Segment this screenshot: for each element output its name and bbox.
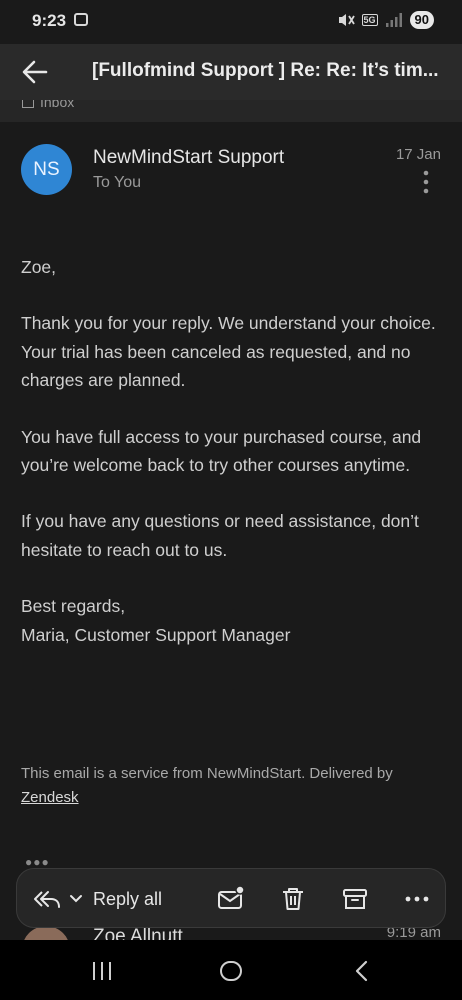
app-bar: [Fullofmind Support ] Re: Re: It’s tim..… [0, 44, 462, 100]
more-horizontal-icon[interactable] [403, 885, 431, 913]
sender-avatar[interactable]: NS [21, 144, 72, 195]
body-paragraph: Thank you for your reply. We understand … [21, 313, 436, 334]
message-body: Zoe, Thank you for your reply. We unders… [21, 253, 441, 649]
kebab-menu-icon[interactable] [417, 170, 435, 194]
status-time: 9:23 [32, 11, 67, 30]
body-paragraph: You have full access to your purchased c… [21, 426, 422, 476]
zendesk-link[interactable]: Zendesk [21, 789, 79, 806]
next-sender-avatar [22, 926, 70, 940]
message-header: NS NewMindStart Support To You 17 Jan [0, 122, 462, 212]
reply-all-button[interactable]: Reply all [33, 883, 162, 915]
email-subject: [Fullofmind Support ] Re: Re: It’s tim..… [92, 60, 439, 81]
status-bar: 9:23 5G 90 [0, 0, 462, 44]
body-paragraph: If you have any questions or need assist… [21, 511, 419, 560]
reply-all-icon [34, 891, 60, 908]
trash-icon[interactable] [279, 885, 307, 913]
signature: Maria, Customer Support Manager [21, 624, 291, 645]
reply-all-label: Reply all [93, 888, 163, 909]
message-date: 17 Jan [395, 146, 441, 163]
folder-strip: Inbox [0, 100, 462, 122]
inbox-icon [22, 100, 34, 108]
chevron-down-icon[interactable] [69, 892, 83, 906]
mark-unread-icon[interactable] [217, 885, 245, 913]
body-paragraph: Your trial has been canceled as requeste… [21, 341, 411, 391]
folder-label: Inbox [40, 100, 75, 110]
recipient-line[interactable]: To You [93, 174, 141, 192]
mute-icon [338, 14, 355, 26]
sender-name[interactable]: NewMindStart Support [93, 147, 284, 169]
back-nav-icon[interactable] [352, 960, 372, 982]
system-nav-bar [0, 940, 462, 1000]
message-action-bar: Reply all [16, 868, 446, 928]
footer-text: This email is a service from NewMindStar… [21, 765, 393, 782]
battery-indicator: 90 [409, 11, 434, 29]
recent-apps-icon[interactable] [90, 960, 114, 982]
back-arrow-icon[interactable] [20, 58, 50, 86]
archive-icon[interactable] [341, 885, 369, 913]
screen-record-icon [74, 13, 88, 26]
status-indicators: 5G 90 [336, 11, 434, 29]
home-icon[interactable] [219, 959, 243, 983]
footer-note: This email is a service from NewMindStar… [21, 762, 441, 810]
network-label: 5G [361, 14, 378, 26]
signal-icon [385, 13, 402, 27]
greeting: Zoe, [21, 257, 57, 277]
signoff: Best regards, [21, 596, 126, 617]
next-sender-name: Zoe Allnutt [93, 926, 183, 940]
show-quoted-icon[interactable]: ●●● [25, 855, 50, 869]
